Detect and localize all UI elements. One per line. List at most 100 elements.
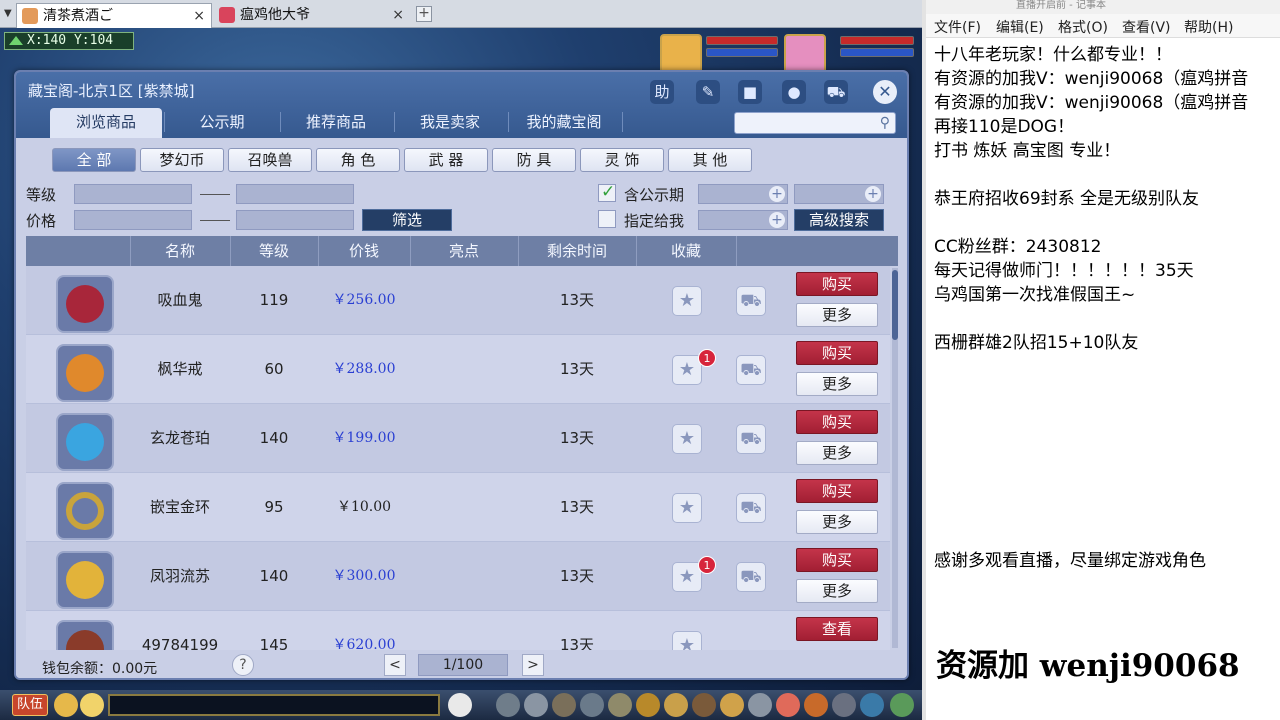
close-button[interactable]: ✕ xyxy=(873,80,897,104)
public-period-checkbox[interactable] xyxy=(598,182,616,202)
category-all[interactable]: 全 部 xyxy=(52,148,136,172)
more-button[interactable]: 更多 xyxy=(796,579,878,603)
table-row[interactable]: 玄龙苍珀 140 ￥199.00 13天 ★ ⛟ 购买 更多 xyxy=(26,404,890,473)
advanced-search-button[interactable]: 高级搜索 xyxy=(794,209,884,231)
filter-button[interactable]: 筛选 xyxy=(362,209,452,231)
plus-icon[interactable]: + xyxy=(769,186,785,202)
table-row[interactable]: 凤羽流苏 140 ￥300.00 13天 ★ 1 ⛟ 购买 更多 xyxy=(26,542,890,611)
scrollbar[interactable] xyxy=(892,268,898,648)
buy-button[interactable]: 购买 xyxy=(796,341,878,365)
map-icon[interactable] xyxy=(860,693,884,717)
tab-browse[interactable]: 浏览商品 xyxy=(50,108,162,138)
more-button[interactable]: 更多 xyxy=(796,303,878,327)
view-button[interactable]: 查看 xyxy=(796,617,878,641)
category-weapons[interactable]: 武 器 xyxy=(404,148,488,172)
pet-skill-icon[interactable] xyxy=(636,693,660,717)
category-armor[interactable]: 防 具 xyxy=(492,148,576,172)
table-row[interactable]: 嵌宝金环 95 ￥10.00 13天 ★ ⛟ 购买 更多 xyxy=(26,473,890,542)
pen-icon[interactable]: ✎ xyxy=(696,80,720,104)
mall-icon[interactable] xyxy=(776,693,800,717)
search-input[interactable]: ⚲ xyxy=(734,112,896,134)
buy-button[interactable]: 购买 xyxy=(796,479,878,503)
buy-button[interactable]: 购买 xyxy=(796,548,878,572)
price-min-input[interactable] xyxy=(74,210,192,230)
help-button[interactable]: ? xyxy=(232,654,254,676)
category-characters[interactable]: 角 色 xyxy=(316,148,400,172)
team-button[interactable]: 队伍 xyxy=(12,694,48,716)
favorite-star-icon[interactable]: ★ xyxy=(672,286,702,316)
column-time-left[interactable]: 剩余时间 xyxy=(518,236,636,266)
add-cart-icon[interactable]: ⛟ xyxy=(736,493,766,523)
buy-button[interactable]: 购买 xyxy=(796,272,878,296)
trade-icon[interactable] xyxy=(580,693,604,717)
new-tab-button[interactable]: + xyxy=(416,6,432,22)
plus-icon[interactable]: + xyxy=(769,212,785,228)
activity-icon[interactable] xyxy=(804,693,828,717)
item-icon[interactable] xyxy=(56,344,114,402)
table-row[interactable]: 吸血鬼 119 ￥256.00 13天 ★ ⛟ 购买 更多 xyxy=(26,266,890,335)
menu-file[interactable]: 文件(F) xyxy=(934,17,981,37)
task-icon[interactable] xyxy=(664,693,688,717)
category-gold[interactable]: 梦幻币 xyxy=(140,148,224,172)
assigned-checkbox[interactable] xyxy=(598,210,616,228)
favorite-star-icon[interactable]: ★ xyxy=(672,424,702,454)
item-icon[interactable] xyxy=(56,413,114,471)
item-icon[interactable] xyxy=(56,275,114,333)
category-spirit[interactable]: 灵 饰 xyxy=(580,148,664,172)
give-icon[interactable] xyxy=(552,693,576,717)
add-cart-icon[interactable]: ⛟ xyxy=(736,286,766,316)
level-max-input[interactable] xyxy=(236,184,354,204)
favorite-star-icon[interactable]: ★ xyxy=(672,631,702,650)
next-page-button[interactable]: > xyxy=(522,654,544,676)
player-portrait[interactable] xyxy=(784,34,826,74)
more-button[interactable]: 更多 xyxy=(796,441,878,465)
close-tab-icon[interactable]: × xyxy=(193,4,205,28)
menu-view[interactable]: 查看(V) xyxy=(1122,17,1171,37)
attr-select-1[interactable]: + xyxy=(698,184,788,204)
column-name[interactable]: 名称 xyxy=(130,236,230,266)
help-icon[interactable]: 助 xyxy=(650,80,674,104)
item-icon[interactable] xyxy=(56,620,114,650)
microphone-icon[interactable] xyxy=(54,693,78,717)
prev-page-button[interactable]: < xyxy=(384,654,406,676)
pet-icon[interactable] xyxy=(448,693,472,717)
tab-game-1[interactable]: 清茶煮酒ご × xyxy=(16,3,212,28)
tab-public-period[interactable]: 公示期 xyxy=(166,108,278,138)
system-icon[interactable] xyxy=(832,693,856,717)
plus-icon[interactable]: + xyxy=(865,186,881,202)
chat-icon[interactable]: ● xyxy=(782,80,806,104)
tab-recommended[interactable]: 推荐商品 xyxy=(280,108,392,138)
item-icon[interactable] xyxy=(56,551,114,609)
level-min-input[interactable] xyxy=(74,184,192,204)
chat-input[interactable] xyxy=(108,694,440,716)
quest-icon[interactable] xyxy=(720,693,744,717)
category-pets[interactable]: 召唤兽 xyxy=(228,148,312,172)
item-icon[interactable] xyxy=(56,482,114,540)
tab-menu-icon[interactable]: ▼ xyxy=(4,8,12,19)
tab-seller[interactable]: 我是卖家 xyxy=(394,108,506,138)
friends-icon[interactable] xyxy=(748,693,772,717)
emoji-icon[interactable] xyxy=(80,693,104,717)
add-cart-icon[interactable]: ⛟ xyxy=(736,355,766,385)
search-icon[interactable]: ⚲ xyxy=(880,115,890,131)
tab-game-2[interactable]: 瘟鸡他大爷 × xyxy=(214,3,410,28)
item-icon[interactable] xyxy=(524,693,548,717)
menu-help[interactable]: 帮助(H) xyxy=(1184,17,1233,37)
attr-select-3[interactable]: + xyxy=(698,210,788,230)
table-row[interactable]: 枫华戒 60 ￥288.00 13天 ★ 1 ⛟ 购买 更多 xyxy=(26,335,890,404)
favorite-star-icon[interactable]: ★ xyxy=(672,493,702,523)
settings-icon[interactable] xyxy=(890,693,914,717)
column-level[interactable]: 等级 xyxy=(230,236,318,266)
attr-select-2[interactable]: + xyxy=(794,184,884,204)
more-button[interactable]: 更多 xyxy=(796,510,878,534)
table-row[interactable]: 49784199 145 ￥620.00 13天 ★ 查看 xyxy=(26,611,890,650)
guild-icon[interactable] xyxy=(692,693,716,717)
add-cart-icon[interactable]: ⛟ xyxy=(736,562,766,592)
attack-icon[interactable] xyxy=(496,693,520,717)
add-cart-icon[interactable]: ⛟ xyxy=(736,424,766,454)
column-price[interactable]: 价钱 xyxy=(318,236,410,266)
scroll-thumb[interactable] xyxy=(892,270,898,340)
menu-format[interactable]: 格式(O) xyxy=(1058,17,1108,37)
buy-button[interactable]: 购买 xyxy=(796,410,878,434)
menu-edit[interactable]: 编辑(E) xyxy=(996,17,1044,37)
